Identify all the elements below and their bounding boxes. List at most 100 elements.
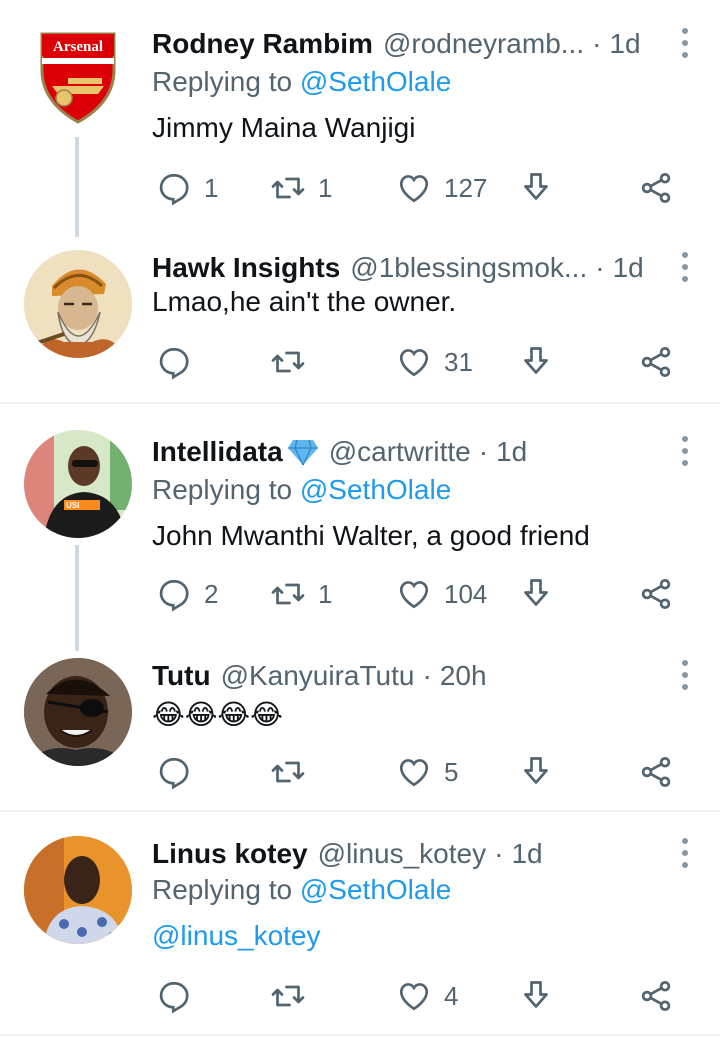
heart-icon bbox=[399, 581, 429, 609]
handle[interactable]: @rodneyramb... bbox=[383, 28, 584, 60]
timestamp[interactable]: 1d bbox=[613, 252, 644, 284]
arsenal-crest-icon: Arsenal bbox=[40, 32, 116, 124]
retweet-button[interactable] bbox=[270, 974, 318, 1018]
replying-label: Replying to bbox=[152, 66, 293, 97]
action-bar: 1 1 127 bbox=[152, 166, 700, 210]
download-button[interactable] bbox=[518, 974, 554, 1018]
share-button[interactable] bbox=[638, 166, 674, 210]
timestamp[interactable]: 1d bbox=[496, 436, 527, 468]
action-bar: 31 bbox=[152, 340, 700, 384]
retweet-count: 1 bbox=[318, 578, 333, 609]
reply-icon bbox=[159, 173, 189, 206]
share-icon bbox=[641, 981, 671, 1011]
man-with-eyepatch-icon bbox=[24, 658, 132, 766]
share-icon bbox=[641, 173, 671, 203]
bearded-figure-painting-icon bbox=[24, 250, 132, 358]
more-dots-icon[interactable] bbox=[680, 436, 690, 466]
reply-button[interactable] bbox=[156, 340, 204, 384]
action-bar: 2 1 104 bbox=[152, 572, 700, 616]
separator: · bbox=[422, 660, 432, 691]
download-icon bbox=[524, 757, 548, 784]
download-icon bbox=[524, 173, 548, 200]
download-icon bbox=[524, 347, 548, 374]
retweet-count: 1 bbox=[318, 172, 333, 203]
timestamp[interactable]: 20h bbox=[440, 660, 487, 692]
download-button[interactable] bbox=[518, 166, 554, 210]
display-name[interactable]: Linus kotey bbox=[152, 838, 308, 870]
heart-icon bbox=[399, 349, 429, 377]
divider bbox=[0, 402, 720, 404]
display-name[interactable]: Rodney Rambim bbox=[152, 28, 373, 60]
like-button[interactable]: 5 bbox=[396, 750, 458, 794]
separator: · bbox=[592, 28, 602, 59]
mention-link[interactable]: @SethOlale bbox=[300, 474, 451, 505]
retweet-icon bbox=[271, 177, 305, 199]
mention-link[interactable]: @SethOlale bbox=[300, 66, 451, 97]
tweet[interactable]: Linus kotey @linus_kotey · 1d Replying t… bbox=[0, 832, 720, 1032]
handle[interactable]: @1blessingsmok... bbox=[350, 252, 587, 284]
tweet[interactable]: Tutu @KanyuiraTutu · 20h 😂😂😂😂 5 bbox=[0, 654, 720, 804]
download-button[interactable] bbox=[518, 750, 554, 794]
avatar[interactable] bbox=[24, 836, 132, 944]
replying-label: Replying to bbox=[152, 474, 293, 505]
avatar[interactable] bbox=[24, 658, 132, 766]
like-button[interactable]: 127 bbox=[396, 166, 487, 210]
like-count: 104 bbox=[444, 578, 488, 609]
avatar[interactable]: USI bbox=[24, 430, 132, 538]
action-bar: 4 bbox=[152, 974, 700, 1018]
tweet-text[interactable]: @linus_kotey bbox=[152, 920, 321, 952]
share-button[interactable] bbox=[638, 974, 674, 1018]
tweet[interactable]: USI Intellidata @cartwritte · 1d Replyin… bbox=[0, 430, 720, 651]
retweet-button[interactable] bbox=[270, 340, 318, 384]
separator: · bbox=[595, 252, 605, 283]
timestamp[interactable]: 1d bbox=[609, 28, 640, 60]
reply-count: 2 bbox=[204, 578, 219, 609]
tweet-text: 😂😂😂😂 bbox=[152, 699, 283, 730]
svg-text:USI: USI bbox=[66, 501, 79, 510]
more-dots-icon[interactable] bbox=[680, 838, 690, 868]
handle[interactable]: @linus_kotey bbox=[318, 838, 487, 870]
replying-to: Replying to @SethOlale bbox=[152, 66, 451, 98]
retweet-button[interactable]: 1 bbox=[270, 166, 332, 210]
retweet-button[interactable] bbox=[270, 750, 318, 794]
handle[interactable]: @cartwritte bbox=[329, 436, 471, 468]
reply-button[interactable] bbox=[156, 750, 204, 794]
reply-button[interactable] bbox=[156, 974, 204, 1018]
crest-text: Arsenal bbox=[53, 39, 103, 55]
like-button[interactable]: 104 bbox=[396, 572, 487, 616]
more-dots-icon[interactable] bbox=[680, 660, 690, 690]
reply-button[interactable]: 2 bbox=[156, 572, 218, 616]
share-icon bbox=[641, 757, 671, 787]
like-button[interactable]: 4 bbox=[396, 974, 458, 1018]
tweet[interactable]: Arsenal Rodney Rambim @rodneyramb... · 1… bbox=[0, 22, 720, 237]
avatar[interactable] bbox=[24, 250, 132, 358]
diamond-emoji-icon bbox=[287, 439, 318, 466]
display-name[interactable]: Hawk Insights bbox=[152, 252, 340, 284]
share-button[interactable] bbox=[638, 750, 674, 794]
divider bbox=[0, 810, 720, 812]
handle[interactable]: @KanyuiraTutu bbox=[221, 660, 415, 692]
thread-line bbox=[75, 137, 79, 237]
tweet[interactable]: Hawk Insights @1blessingsmok... · 1d Lma… bbox=[0, 246, 720, 396]
retweet-button[interactable]: 1 bbox=[270, 572, 332, 616]
more-dots-icon[interactable] bbox=[680, 28, 690, 58]
timestamp[interactable]: 1d bbox=[511, 838, 542, 870]
download-icon bbox=[524, 981, 548, 1008]
download-button[interactable] bbox=[518, 340, 554, 384]
reply-button[interactable]: 1 bbox=[156, 166, 218, 210]
display-name[interactable]: Intellidata bbox=[152, 436, 283, 468]
replying-label: Replying to bbox=[152, 874, 293, 905]
more-dots-icon[interactable] bbox=[680, 252, 690, 282]
display-name[interactable]: Tutu bbox=[152, 660, 211, 692]
avatar[interactable]: Arsenal bbox=[38, 30, 118, 126]
reply-icon bbox=[159, 757, 189, 790]
like-button[interactable]: 31 bbox=[396, 340, 473, 384]
reply-icon bbox=[159, 347, 189, 380]
man-in-floral-shirt-icon bbox=[24, 836, 132, 944]
share-button[interactable] bbox=[638, 572, 674, 616]
mention-link[interactable]: @SethOlale bbox=[300, 874, 451, 905]
heart-icon bbox=[399, 983, 429, 1011]
share-button[interactable] bbox=[638, 340, 674, 384]
retweet-icon bbox=[271, 985, 305, 1007]
download-button[interactable] bbox=[518, 572, 554, 616]
